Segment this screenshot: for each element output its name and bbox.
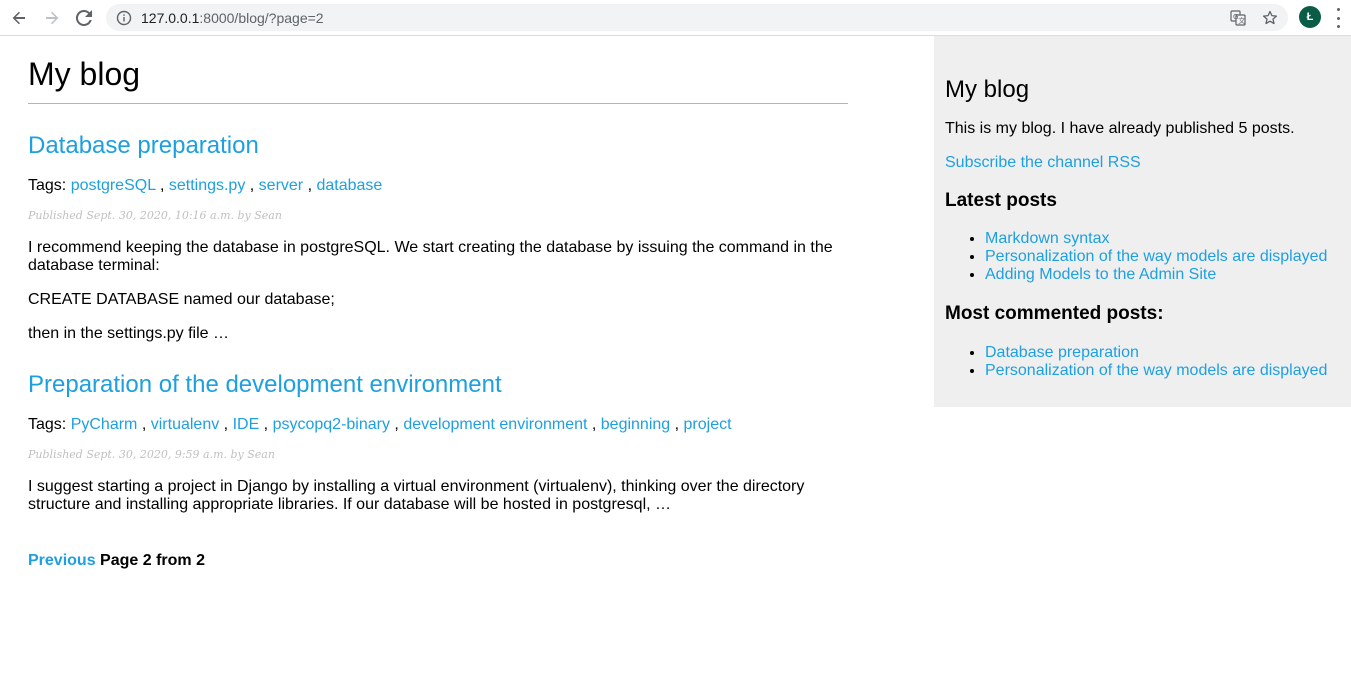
latest-post-link[interactable]: Markdown syntax (985, 230, 1110, 247)
most-commented-link[interactable]: Database preparation (985, 344, 1139, 361)
post-excerpt: I suggest starting a project in Django b… (28, 478, 805, 513)
forward-icon[interactable] (41, 7, 63, 29)
post-excerpt: I recommend keeping the database in post… (28, 239, 833, 274)
list-item: Database preparation (985, 344, 1327, 362)
post-item: Preparation of the development environme… (28, 371, 848, 514)
main-content: My blog Database preparation Tags: postg… (28, 36, 848, 570)
tag-link[interactable]: development environment (403, 416, 587, 433)
list-item: Personalization of the way models are di… (985, 362, 1327, 380)
tag-link[interactable]: virtualenv (151, 416, 219, 433)
post-tags: Tags: postgreSQL , settings.py , server … (28, 177, 383, 194)
post-excerpt: CREATE DATABASE named our database; (28, 291, 335, 308)
post-tags: Tags: PyCharm , virtualenv , IDE , psyco… (28, 416, 732, 433)
tag-link[interactable]: database (316, 177, 382, 194)
more-menu-icon[interactable] (1335, 8, 1341, 28)
browser-toolbar: 127.0.0.1:8000/blog/?page=2 G文 Ł (0, 0, 1351, 36)
post-excerpt: then in the settings.py file … (28, 325, 229, 342)
tags-label: Tags: (28, 177, 67, 194)
list-item: Personalization of the way models are di… (985, 248, 1327, 266)
reload-icon[interactable] (73, 7, 95, 29)
svg-text:文: 文 (1238, 16, 1245, 25)
previous-page-link[interactable]: Previous (28, 552, 96, 569)
tag-link[interactable]: postgreSQL (71, 177, 156, 194)
tag-link[interactable]: settings.py (169, 177, 245, 194)
sidebar: My blog This is my blog. I have already … (934, 36, 1351, 407)
post-title-link[interactable]: Database preparation (28, 132, 259, 159)
tag-link[interactable]: server (259, 177, 303, 194)
most-commented-heading: Most commented posts: (945, 303, 1164, 324)
latest-posts-heading: Latest posts (945, 190, 1057, 211)
tag-link[interactable]: PyCharm (71, 416, 138, 433)
most-commented-list: Database preparation Personalization of … (945, 344, 1327, 380)
post-item: Database preparation Tags: postgreSQL , … (28, 132, 848, 343)
profile-avatar[interactable]: Ł (1299, 6, 1321, 28)
latest-posts-list: Markdown syntax Personalization of the w… (945, 230, 1327, 284)
rss-link[interactable]: Subscribe the channel RSS (945, 154, 1141, 172)
pagination: Previous Page 2 from 2 (28, 552, 848, 570)
list-item: Markdown syntax (985, 230, 1327, 248)
page-title: My blog (28, 56, 848, 104)
sidebar-description: This is my blog. I have already publishe… (945, 120, 1295, 137)
address-bar[interactable]: 127.0.0.1:8000/blog/?page=2 G文 (106, 4, 1288, 31)
tag-link[interactable]: IDE (233, 416, 260, 433)
sidebar-title: My blog (945, 76, 1030, 103)
post-title-link[interactable]: Preparation of the development environme… (28, 371, 502, 398)
page-info: Page 2 from 2 (100, 552, 205, 569)
tag-link[interactable]: psycopq2-binary (273, 416, 390, 433)
tag-link[interactable]: project (684, 416, 732, 433)
latest-post-link[interactable]: Personalization of the way models are di… (985, 248, 1327, 265)
post-date: Published Sept. 30, 2020, 9:59 a.m. by S… (28, 448, 275, 461)
translate-icon[interactable]: G文 (1230, 10, 1246, 26)
post-date: Published Sept. 30, 2020, 10:16 a.m. by … (28, 209, 282, 222)
info-icon[interactable] (116, 10, 132, 26)
most-commented-link[interactable]: Personalization of the way models are di… (985, 362, 1327, 379)
url-text[interactable]: 127.0.0.1:8000/blog/?page=2 (141, 10, 324, 26)
latest-post-link[interactable]: Adding Models to the Admin Site (985, 266, 1216, 283)
tags-label: Tags: (28, 416, 67, 433)
back-icon[interactable] (8, 7, 30, 29)
star-icon[interactable] (1262, 10, 1278, 26)
list-item: Adding Models to the Admin Site (985, 266, 1327, 284)
tag-link[interactable]: beginning (601, 416, 670, 433)
